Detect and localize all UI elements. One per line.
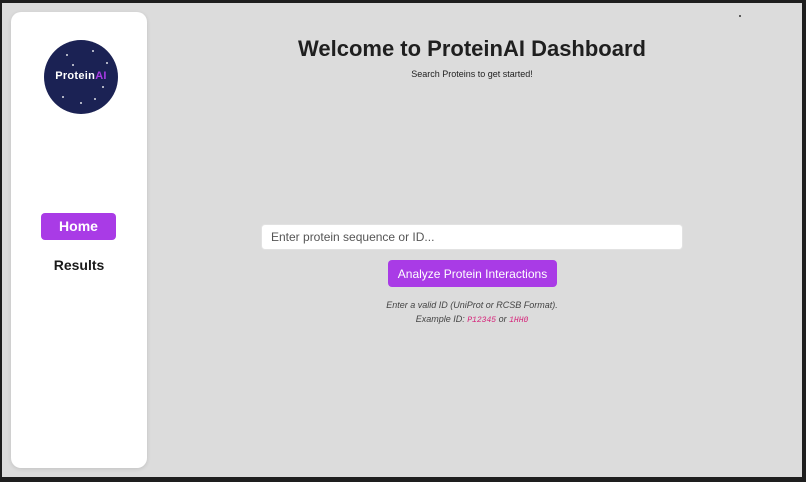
input-hint: Enter a valid ID (UniProt or RCSB Format… — [147, 298, 797, 328]
logo-text-accent: AI — [95, 70, 107, 82]
page-subtitle: Search Proteins to get started! — [411, 69, 533, 79]
logo-star — [62, 96, 64, 98]
nav-results-link[interactable]: Results — [11, 257, 147, 273]
logo-star — [80, 102, 82, 104]
app-window: ProteinAI Home Results Welcome to Protei… — [2, 3, 802, 477]
protein-search-input[interactable] — [261, 224, 683, 250]
hint-line-1: Enter a valid ID (UniProt or RCSB Format… — [386, 300, 558, 310]
logo-star — [102, 86, 104, 88]
logo-text-main: Protein — [55, 70, 96, 82]
logo-star — [92, 50, 94, 52]
example-id-2: 1HH0 — [509, 316, 529, 325]
logo-star — [72, 64, 74, 66]
nav-home-button[interactable]: Home — [41, 213, 116, 240]
page-title: Welcome to ProteinAI Dashboard — [298, 36, 646, 61]
logo-wordmark: ProteinAI — [44, 70, 118, 82]
logo-star — [66, 54, 68, 56]
hint-separator: or — [498, 314, 507, 324]
logo-star — [106, 62, 108, 64]
sidebar: ProteinAI Home Results — [11, 12, 147, 468]
analyze-button[interactable]: Analyze Protein Interactions — [388, 260, 557, 287]
example-id-1: P12345 — [467, 316, 497, 325]
proteinai-logo: ProteinAI — [44, 40, 118, 114]
mouse-cursor-icon — [739, 15, 741, 17]
hint-example-prefix: Example ID: — [415, 314, 465, 324]
hint-line-2: Example ID: P12345 or 1HH0 — [147, 312, 797, 328]
logo-star — [94, 98, 96, 100]
